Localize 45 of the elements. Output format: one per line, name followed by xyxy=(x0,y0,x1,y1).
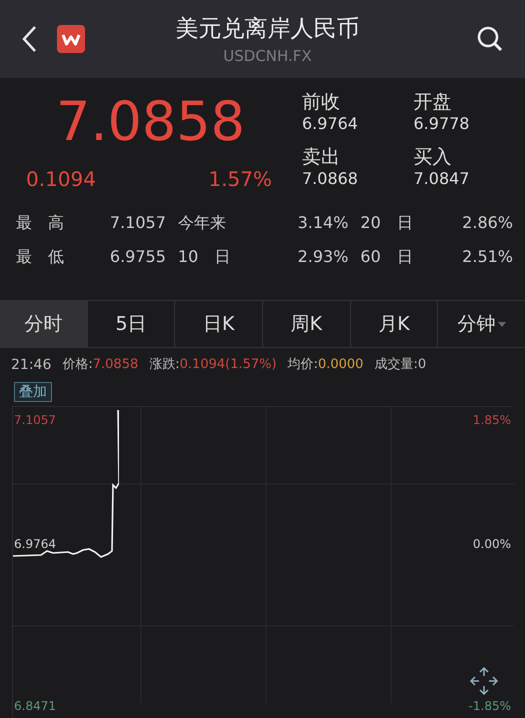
stat-label: 今年来 xyxy=(178,212,227,234)
move-arrows-icon[interactable] xyxy=(469,666,499,696)
stat-label: 10 日 xyxy=(178,246,232,268)
stat-label: 最 低 xyxy=(16,246,65,268)
axis-label: 7.1057 xyxy=(14,412,56,429)
search-icon[interactable] xyxy=(475,24,505,54)
quote-label: 前收 xyxy=(302,90,341,114)
app-logo-icon[interactable] xyxy=(56,24,86,54)
info-value: 7.0858 xyxy=(92,356,138,374)
tab[interactable]: 分时 xyxy=(0,301,87,347)
info-value: 0.1094(1.57%) xyxy=(180,356,277,374)
stat-label: 最 高 xyxy=(16,212,65,234)
stat-value: 3.14% xyxy=(296,212,348,234)
price-value: 7.0858 xyxy=(56,90,246,154)
time-label: 21:46 xyxy=(11,356,52,374)
quote-label: 卖出 xyxy=(302,145,341,169)
stat-value: 6.9755 xyxy=(108,246,166,268)
axis-label: 6.8471 xyxy=(14,698,56,715)
symbol-code: USDCNH.FX xyxy=(223,46,312,66)
stat-value: 2.86% xyxy=(461,212,513,234)
quote-value: 7.0868 xyxy=(302,169,359,189)
info-value: 0 xyxy=(418,356,426,374)
quote-label: 买入 xyxy=(414,145,452,169)
window-title: 美元兑离岸人民币 xyxy=(176,15,360,44)
quote-value: 6.9778 xyxy=(414,114,470,134)
info-label: 成交量: xyxy=(374,356,418,374)
axis-label: 6.9764 xyxy=(14,536,56,553)
quote-label: 开盘 xyxy=(414,90,452,114)
stat-value: 2.93% xyxy=(296,246,348,268)
quote-value: 6.9764 xyxy=(302,114,359,134)
change-value: 0.1094 xyxy=(26,166,96,193)
info-label: 价格: xyxy=(62,356,93,374)
stat-label: 60 日 xyxy=(360,246,414,268)
overlay-button[interactable]: 叠加 xyxy=(14,382,52,402)
axis-label: -1.85% xyxy=(468,698,511,715)
axis-label: 1.85% xyxy=(472,412,511,429)
info-label: 涨跌: xyxy=(149,356,180,374)
quote-value: 7.0847 xyxy=(414,169,470,189)
change-percent: 1.57% xyxy=(208,166,272,193)
info-label: 均价: xyxy=(288,356,318,374)
axis-label: 0.00% xyxy=(472,536,511,553)
info-value: 0.0000 xyxy=(318,356,364,374)
stat-value: 7.1057 xyxy=(108,212,166,234)
stat-value: 2.51% xyxy=(461,246,513,268)
stat-label: 20 日 xyxy=(360,212,414,234)
